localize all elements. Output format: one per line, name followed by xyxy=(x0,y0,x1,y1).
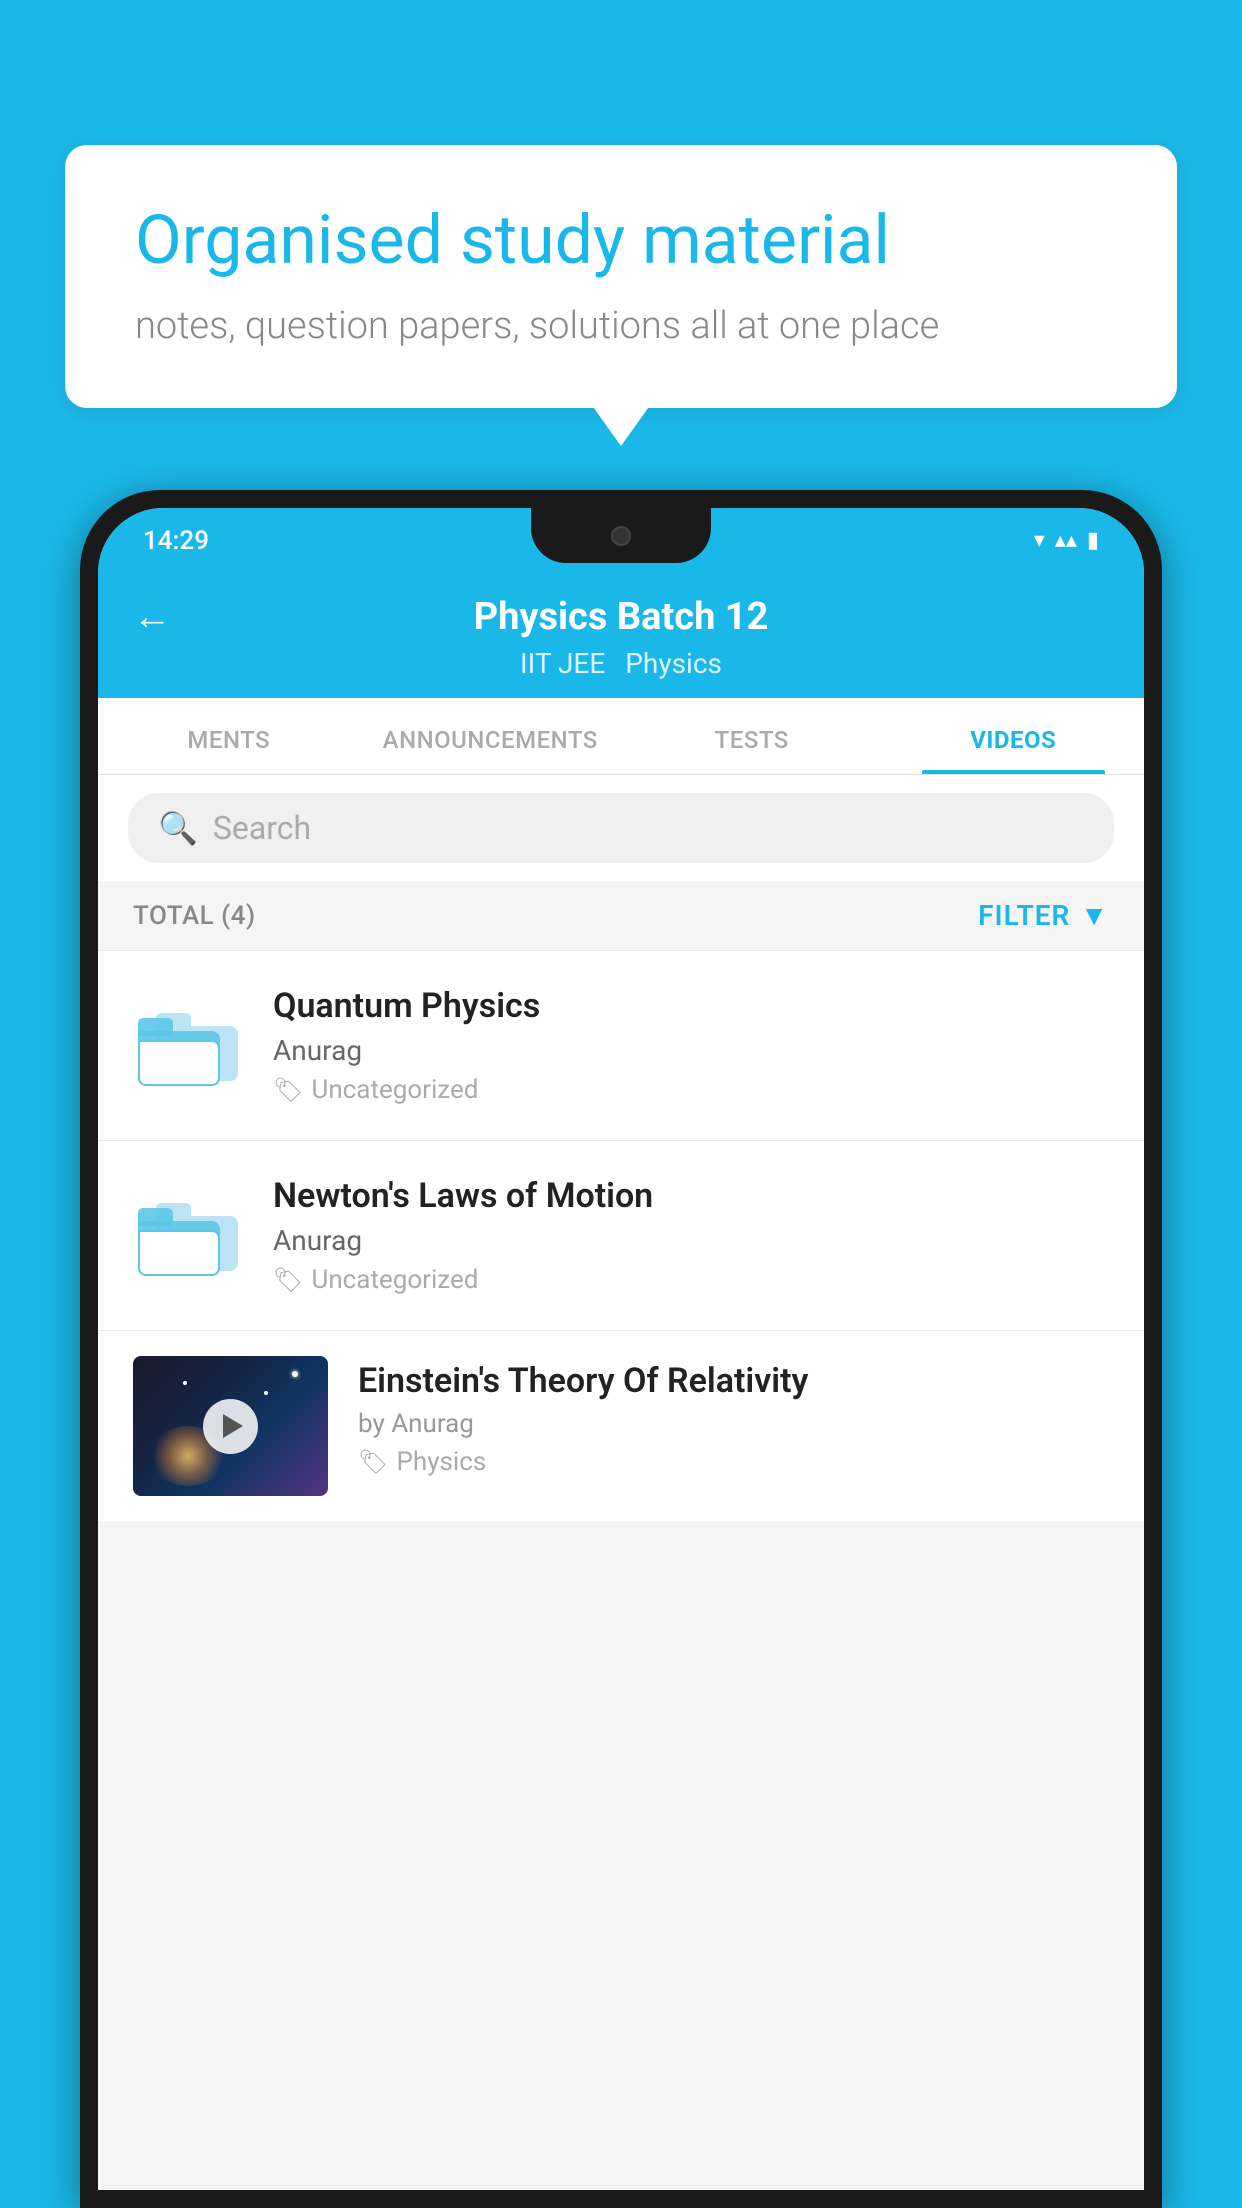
play-button[interactable] xyxy=(203,1399,258,1454)
einstein-info: Einstein's Theory Of Relativity by Anura… xyxy=(358,1356,1109,1477)
phone-inner: 14:29 ▾ ▴▴ ▮ ← Physics Batch 12 IIT JEE … xyxy=(98,508,1144,2190)
filter-button[interactable]: FILTER ▼ xyxy=(978,899,1109,932)
header-tag-iit: IIT JEE xyxy=(520,647,605,680)
notch xyxy=(531,508,711,563)
search-icon: 🔍 xyxy=(158,809,198,847)
back-button[interactable]: ← xyxy=(133,595,171,639)
star-decoration xyxy=(292,1371,298,1377)
app-header: ← Physics Batch 12 IIT JEE Physics xyxy=(98,573,1144,698)
list-item[interactable]: Quantum Physics Anurag 🏷 Uncategorized xyxy=(98,951,1144,1141)
list-item[interactable]: Newton's Laws of Motion Anurag 🏷 Uncateg… xyxy=(98,1141,1144,1331)
speech-bubble-container: Organised study material notes, question… xyxy=(65,145,1177,408)
content-area: Quantum Physics Anurag 🏷 Uncategorized xyxy=(98,951,1144,1521)
filter-label: FILTER xyxy=(978,899,1070,932)
header-tags: IIT JEE Physics xyxy=(520,647,722,680)
search-placeholder: Search xyxy=(213,809,311,847)
video-tag-1: 🏷 Uncategorized xyxy=(273,1075,1109,1105)
video-info-2: Newton's Laws of Motion Anurag 🏷 Uncateg… xyxy=(273,1176,1109,1295)
folder-icon xyxy=(138,1186,238,1276)
signal-icon: ▴▴ xyxy=(1055,528,1077,553)
speech-bubble-subtitle: notes, question papers, solutions all at… xyxy=(135,304,1107,348)
filter-bar: TOTAL (4) FILTER ▼ xyxy=(98,881,1144,951)
tag-icon-1: 🏷 xyxy=(273,1076,303,1104)
status-icons: ▾ ▴▴ ▮ xyxy=(1034,528,1099,553)
filter-icon: ▼ xyxy=(1080,899,1109,932)
search-bar[interactable]: 🔍 Search xyxy=(128,793,1114,863)
video-tag-2: 🏷 Uncategorized xyxy=(273,1265,1109,1295)
video-thumbnail-1 xyxy=(133,986,243,1096)
tab-bar: MENTS ANNOUNCEMENTS TESTS VIDEOS xyxy=(98,698,1144,775)
tag-icon-2: 🏷 xyxy=(273,1266,303,1294)
video-info-1: Quantum Physics Anurag 🏷 Uncategorized xyxy=(273,986,1109,1105)
einstein-tag: 🏷 Physics xyxy=(358,1447,1109,1477)
video-thumbnail-2 xyxy=(133,1176,243,1286)
phone-frame: 14:29 ▾ ▴▴ ▮ ← Physics Batch 12 IIT JEE … xyxy=(80,490,1162,2208)
video-author-1: Anurag xyxy=(273,1034,1109,1067)
speech-bubble-title: Organised study material xyxy=(135,200,1107,282)
star-decoration xyxy=(264,1391,268,1395)
status-time: 14:29 xyxy=(143,526,209,556)
tab-videos[interactable]: VIDEOS xyxy=(883,698,1145,774)
tab-tests[interactable]: TESTS xyxy=(621,698,883,774)
tag-text-1: Uncategorized xyxy=(311,1075,478,1105)
einstein-author: by Anurag xyxy=(358,1409,1109,1439)
einstein-tag-text: Physics xyxy=(396,1447,486,1477)
tab-ments[interactable]: MENTS xyxy=(98,698,360,774)
wifi-icon: ▾ xyxy=(1034,528,1045,553)
video-author-2: Anurag xyxy=(273,1224,1109,1257)
star-decoration xyxy=(183,1381,187,1385)
tab-announcements[interactable]: ANNOUNCEMENTS xyxy=(360,698,622,774)
total-count: TOTAL (4) xyxy=(133,901,256,931)
camera-dot xyxy=(611,526,631,546)
tag-text-2: Uncategorized xyxy=(311,1265,478,1295)
speech-bubble: Organised study material notes, question… xyxy=(65,145,1177,408)
einstein-thumbnail xyxy=(133,1356,328,1496)
header-title: Physics Batch 12 xyxy=(474,595,769,639)
battery-icon: ▮ xyxy=(1087,528,1099,553)
list-item[interactable]: Einstein's Theory Of Relativity by Anura… xyxy=(98,1331,1144,1521)
video-title-1: Quantum Physics xyxy=(273,986,1109,1026)
header-tag-physics: Physics xyxy=(625,647,722,680)
einstein-title: Einstein's Theory Of Relativity xyxy=(358,1361,1109,1401)
play-icon xyxy=(223,1414,243,1438)
tag-icon-3: 🏷 xyxy=(358,1448,388,1476)
search-bar-container: 🔍 Search xyxy=(98,775,1144,881)
video-title-2: Newton's Laws of Motion xyxy=(273,1176,1109,1216)
folder-icon xyxy=(138,996,238,1086)
status-bar: 14:29 ▾ ▴▴ ▮ xyxy=(98,508,1144,573)
